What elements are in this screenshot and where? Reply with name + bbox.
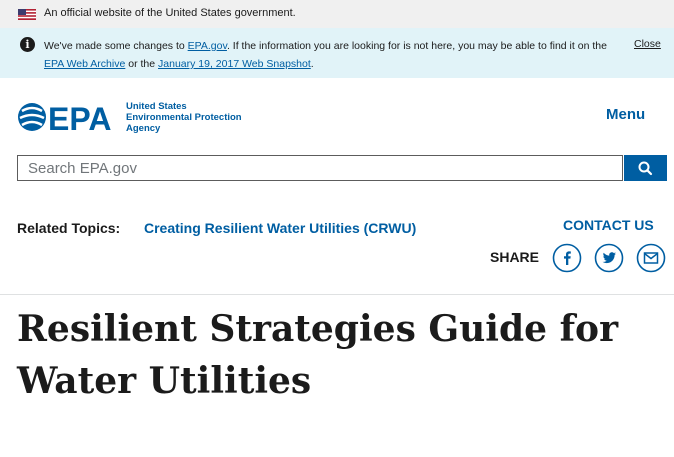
search-icon (638, 161, 653, 176)
notice-text-part: or the (125, 58, 159, 70)
epa-gov-link[interactable]: EPA.gov (188, 40, 227, 52)
search-button[interactable] (624, 155, 667, 181)
menu-button[interactable]: Menu (606, 106, 645, 123)
us-flag-icon (18, 9, 36, 20)
svg-text:EPA: EPA (48, 101, 111, 133)
notice-text-part: . (310, 58, 314, 70)
search-input[interactable] (18, 156, 638, 180)
agency-name-line: Environmental Protection (126, 112, 242, 123)
close-notice-link[interactable]: Close (634, 38, 661, 50)
header-divider (0, 294, 674, 295)
share-label: SHARE (490, 249, 540, 265)
facebook-icon[interactable] (552, 243, 582, 273)
info-icon: i (20, 37, 35, 52)
contact-us-link[interactable]: CONTACT US (563, 217, 654, 233)
epa-logo-icon[interactable]: EPA (17, 101, 117, 133)
email-icon[interactable] (636, 243, 666, 273)
agency-name-line: Agency (126, 123, 161, 134)
notice-text-part: . If the information you are looking for… (226, 40, 607, 52)
web-archive-link[interactable]: EPA Web Archive (44, 58, 125, 70)
notice-text-part: We've made some changes to (44, 40, 188, 52)
search-box (17, 155, 638, 181)
notice-text: We've made some changes to EPA.gov. If t… (44, 37, 614, 73)
agency-name-line: United States (126, 101, 187, 112)
twitter-icon[interactable] (594, 243, 624, 273)
web-snapshot-link[interactable]: January 19, 2017 Web Snapshot (158, 58, 311, 70)
page-title: Resilient Strategies Guide for Water Uti… (17, 308, 619, 402)
related-topic-link[interactable]: Creating Resilient Water Utilities (CRWU… (144, 220, 416, 236)
gov-banner: An official website of the United States… (0, 0, 674, 28)
related-topics-label: Related Topics: (17, 220, 121, 236)
gov-banner-text: An official website of the United States… (44, 7, 296, 19)
agency-name: United States Environmental Protection A… (126, 101, 242, 134)
